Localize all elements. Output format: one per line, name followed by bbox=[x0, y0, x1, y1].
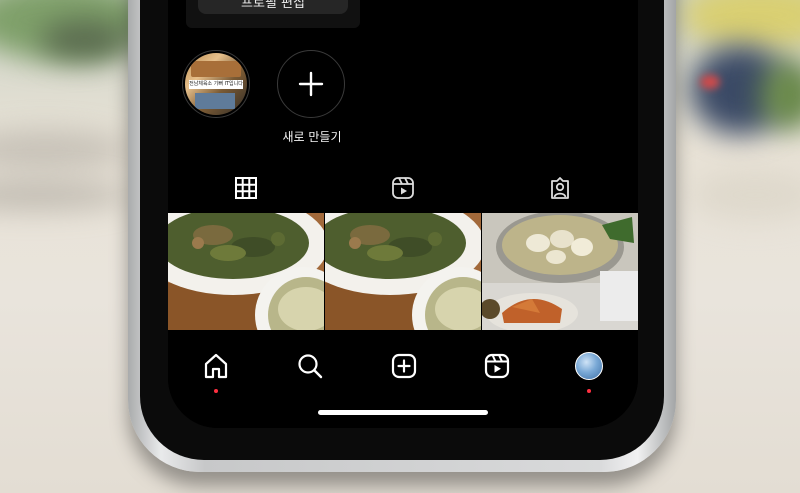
nav-search[interactable] bbox=[290, 346, 330, 386]
new-highlight-ring[interactable] bbox=[277, 50, 345, 118]
new-highlight-label: 새로 만들기 bbox=[282, 130, 342, 144]
highlight-story[interactable]: 전남체육소 기뻐 IT입니다 bbox=[182, 50, 252, 118]
post-thumbnail[interactable] bbox=[168, 213, 324, 330]
post-thumbnail[interactable] bbox=[482, 213, 638, 330]
nav-reels[interactable] bbox=[477, 346, 517, 386]
highlight-cover-image: 전남체육소 기뻐 IT입니다 bbox=[185, 53, 247, 115]
profile-notification-dot bbox=[587, 389, 591, 393]
home-icon bbox=[204, 353, 228, 379]
post-image bbox=[482, 213, 638, 330]
post-thumbnail[interactable] bbox=[325, 213, 481, 330]
nav-new-post[interactable] bbox=[384, 346, 424, 386]
edit-profile-button[interactable]: 프로필 편집 bbox=[198, 0, 348, 14]
tagged-person-icon bbox=[551, 177, 569, 199]
tab-posts-grid[interactable] bbox=[168, 172, 324, 204]
bottom-navigation bbox=[168, 332, 638, 428]
nav-profile[interactable] bbox=[569, 346, 609, 386]
home-notification-dot bbox=[214, 389, 218, 393]
phone-screen: 프로필 편집 전남체육소 기뻐 IT입니다 새로 만들기 bbox=[168, 0, 638, 428]
post-image bbox=[325, 213, 481, 330]
reels-icon bbox=[484, 353, 510, 379]
plus-icon bbox=[298, 71, 324, 97]
add-post-icon bbox=[391, 353, 417, 379]
post-image bbox=[168, 213, 324, 330]
highlight-new[interactable]: 새로 만들기 bbox=[277, 50, 347, 145]
reels-icon bbox=[392, 177, 414, 199]
tab-reels[interactable] bbox=[325, 172, 481, 204]
search-icon bbox=[298, 354, 323, 379]
nav-home[interactable] bbox=[196, 346, 236, 386]
home-indicator[interactable] bbox=[318, 410, 488, 415]
avatar bbox=[575, 352, 603, 380]
grid-icon bbox=[235, 177, 257, 199]
highlight-ring: 전남체육소 기뻐 IT입니다 bbox=[182, 50, 250, 118]
tab-tagged[interactable] bbox=[482, 172, 638, 204]
highlight-cover-text: 전남체육소 기뻐 IT입니다 bbox=[189, 80, 243, 89]
